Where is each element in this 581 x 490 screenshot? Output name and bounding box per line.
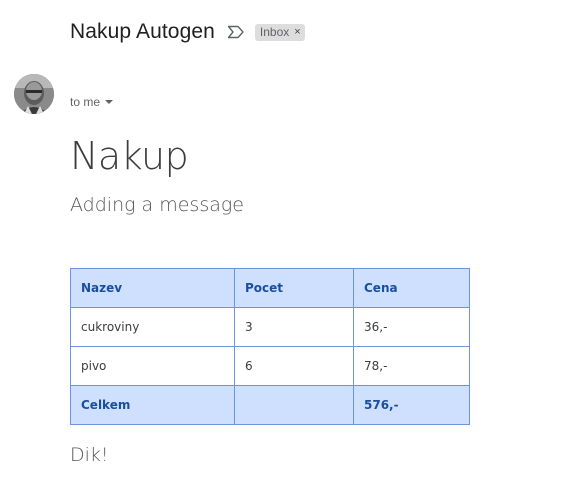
cell-count: 6 (234, 346, 354, 386)
subject-row: Nakup Autogen Inbox × (70, 17, 305, 47)
cell-price: 78,- (353, 346, 470, 386)
email-subject: Nakup Autogen (70, 20, 215, 43)
message-heading: Nakup (70, 134, 189, 178)
message-subheading: Adding a message (70, 194, 244, 216)
purchase-table: Nazev Pocet Cena cukroviny 3 36,- pivo 6… (70, 268, 470, 425)
sender-avatar[interactable] (14, 74, 54, 114)
table-row: pivo 6 78,- (70, 346, 470, 386)
cell-name: cukroviny (70, 307, 235, 347)
recipient-text: to me (70, 95, 101, 109)
inbox-label-text: Inbox (259, 25, 290, 39)
total-label: Celkem (70, 385, 235, 425)
chevron-down-icon (105, 100, 114, 104)
table-header-row: Nazev Pocet Cena (70, 268, 470, 308)
cell-name: pivo (70, 346, 235, 386)
remove-label-icon[interactable]: × (294, 26, 300, 38)
table-row: cukroviny 3 36,- (70, 307, 470, 347)
recipient-details-toggle[interactable]: to me (70, 95, 114, 109)
header-price: Cena (353, 268, 470, 308)
cell-count: 3 (234, 307, 354, 347)
inbox-label-chip[interactable]: Inbox × (254, 23, 305, 41)
total-price: 576,- (353, 385, 470, 425)
header-count: Pocet (234, 268, 354, 308)
cell-price: 36,- (353, 307, 470, 347)
header-name: Nazev (70, 268, 235, 308)
importance-marker-icon[interactable] (227, 25, 245, 39)
message-closing: Dik! (70, 444, 109, 466)
total-count (234, 385, 354, 425)
table-total-row: Celkem 576,- (70, 385, 470, 425)
person-photo-icon (14, 74, 54, 114)
